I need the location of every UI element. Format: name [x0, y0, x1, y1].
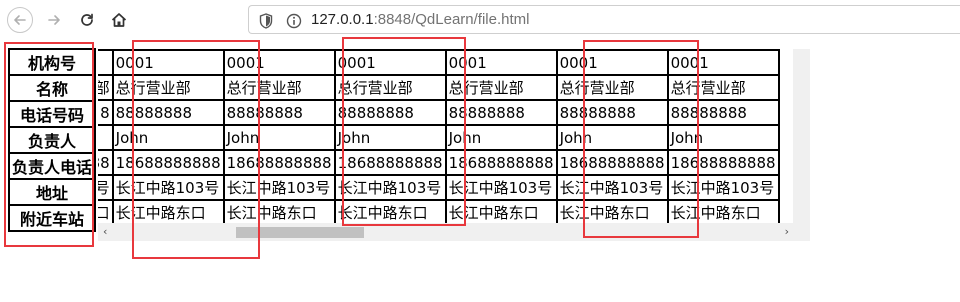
scroll-right-icon[interactable]: ›: [785, 226, 789, 237]
table-cell: 0001: [555, 49, 669, 76]
table-cell: 0001: [444, 49, 558, 76]
table-cell: 88888888: [111, 99, 225, 126]
row-header-cell: 附近车站: [7, 204, 97, 232]
table-cell-partial: 部: [98, 74, 114, 101]
table-cell: 长江中路103号: [444, 174, 558, 201]
table-cell-partial: [98, 124, 114, 151]
reload-icon: [81, 13, 93, 26]
home-icon: [111, 13, 127, 27]
shield-icon[interactable]: [259, 13, 273, 29]
table-cell: 长江中路103号: [333, 174, 447, 201]
home-button[interactable]: [106, 7, 132, 33]
row-header-cell: 机构号: [7, 48, 97, 76]
scrollbar-corner-track: [793, 49, 810, 223]
table-cell-partial: 8: [98, 99, 114, 126]
table-cell: John: [555, 124, 669, 151]
table-cell: 0001: [222, 49, 336, 76]
table-cell: 总行营业部: [555, 74, 669, 101]
table-cell: 长江中路东口: [222, 199, 336, 226]
table-cell-partial: [98, 49, 114, 76]
table-cell: John: [222, 124, 336, 151]
browser-toolbar: 127.0.0.1:8848/QdLearn/file.html: [0, 0, 960, 40]
table-cell: John: [333, 124, 447, 151]
table-cell: John: [111, 124, 225, 151]
url-host: 127.0.0.1: [311, 11, 374, 28]
row-header-cell: 负责人电话: [7, 152, 97, 180]
table-cell: 长江中路103号: [555, 174, 669, 201]
header-row: 名称: [7, 74, 97, 102]
table-cell: 长江中路东口: [444, 199, 558, 226]
table-cell: 18688888888: [555, 149, 669, 176]
reload-button[interactable]: [74, 7, 100, 33]
table-cell: John: [444, 124, 558, 151]
table-row: 0001 0001 0001 0001 0001 0001: [98, 49, 780, 76]
header-row: 地址: [7, 178, 97, 206]
header-row: 机构号: [7, 48, 97, 76]
table-cell: 长江中路东口: [333, 199, 447, 226]
scroll-left-icon[interactable]: ‹: [103, 226, 107, 237]
table-cell: 长江中路东口: [111, 199, 225, 226]
table-cell: 总行营业部: [444, 74, 558, 101]
scrollbar-thumb[interactable]: [236, 227, 364, 238]
table-cell: 长江中路103号: [111, 174, 225, 201]
table-cell: 0001: [666, 49, 780, 76]
arrow-left-icon: [14, 15, 26, 25]
url-text[interactable]: 127.0.0.1:8848/QdLearn/file.html: [311, 11, 530, 28]
table-cell-partial: 8888: [98, 149, 114, 176]
table-row: 103号长江中路103号长江中路103号长江中路103号长江中路103号长江中路…: [98, 174, 780, 201]
header-row: 附近车站: [7, 204, 97, 232]
table-cell-partial: 103号: [98, 174, 114, 201]
forward-button[interactable]: [41, 7, 67, 33]
frozen-header-table: 机构号 名称 电话号码 负责人 负责人电话 地址 附近车站: [7, 48, 97, 232]
url-path: :8848/QdLearn/file.html: [373, 11, 530, 28]
table-cell-partial: 东口: [98, 199, 114, 226]
horizontal-scrollbar[interactable]: ‹ ›: [98, 223, 810, 241]
scroll-area[interactable]: 000100010001000100010001部总行营业部总行营业部总行营业部…: [98, 49, 810, 241]
table-cell: John: [666, 124, 780, 151]
arrow-right-icon: [48, 15, 60, 25]
table-cell: 18688888888: [111, 149, 225, 176]
table-cell: 0001: [333, 49, 447, 76]
table-cell: 长江中路103号: [222, 174, 336, 201]
header-row: 电话号码: [7, 100, 97, 128]
table-row: John John John John John John: [98, 124, 780, 151]
data-table: 000100010001000100010001部总行营业部总行营业部总行营业部…: [98, 49, 780, 226]
row-header-cell: 电话号码: [7, 100, 97, 128]
table-cell: 总行营业部: [666, 74, 780, 101]
table-cell: 88888888: [444, 99, 558, 126]
row-header-cell: 名称: [7, 74, 97, 102]
table-cell: 总行营业部: [333, 74, 447, 101]
row-header-cell: 地址: [7, 178, 97, 206]
back-button[interactable]: [7, 7, 33, 33]
table-cell: 长江中路103号: [666, 174, 780, 201]
table-cell: 18688888888: [333, 149, 447, 176]
table-cell: 总行营业部: [111, 74, 225, 101]
header-row: 负责人: [7, 126, 97, 154]
table-row: 8888186888888881868888888818688888888186…: [98, 149, 780, 176]
row-header-cell: 负责人: [7, 126, 97, 154]
table-cell: 88888888: [333, 99, 447, 126]
table-cell: 18688888888: [666, 149, 780, 176]
table-cell: 18688888888: [444, 149, 558, 176]
table-cell: 长江中路东口: [666, 199, 780, 226]
header-row: 负责人电话: [7, 152, 97, 180]
table-cell: 0001: [111, 49, 225, 76]
table-cell: 总行营业部: [222, 74, 336, 101]
page-content: 机构号 名称 电话号码 负责人 负责人电话 地址 附近车站 0001 0001 0001 0001…: [0, 37, 960, 302]
table-cell: 长江中路东口: [555, 199, 669, 226]
address-bar[interactable]: 127.0.0.1:8848/QdLearn/file.html: [248, 5, 960, 34]
table-row: 部总行营业部总行营业部总行营业部总行营业部总行营业部总行营业部: [98, 74, 780, 101]
table-row: 东口长江中路东口长江中路东口长江中路东口长江中路东口长江中路东口长江中路东口: [98, 199, 780, 226]
info-icon[interactable]: [286, 13, 302, 29]
table-cell: 88888888: [555, 99, 669, 126]
table-cell: 88888888: [666, 99, 780, 126]
table-row: 8 88888888 88888888 88888888 88888888 8888888…: [98, 99, 780, 126]
table-cell: 88888888: [222, 99, 336, 126]
table-cell: 18688888888: [222, 149, 336, 176]
